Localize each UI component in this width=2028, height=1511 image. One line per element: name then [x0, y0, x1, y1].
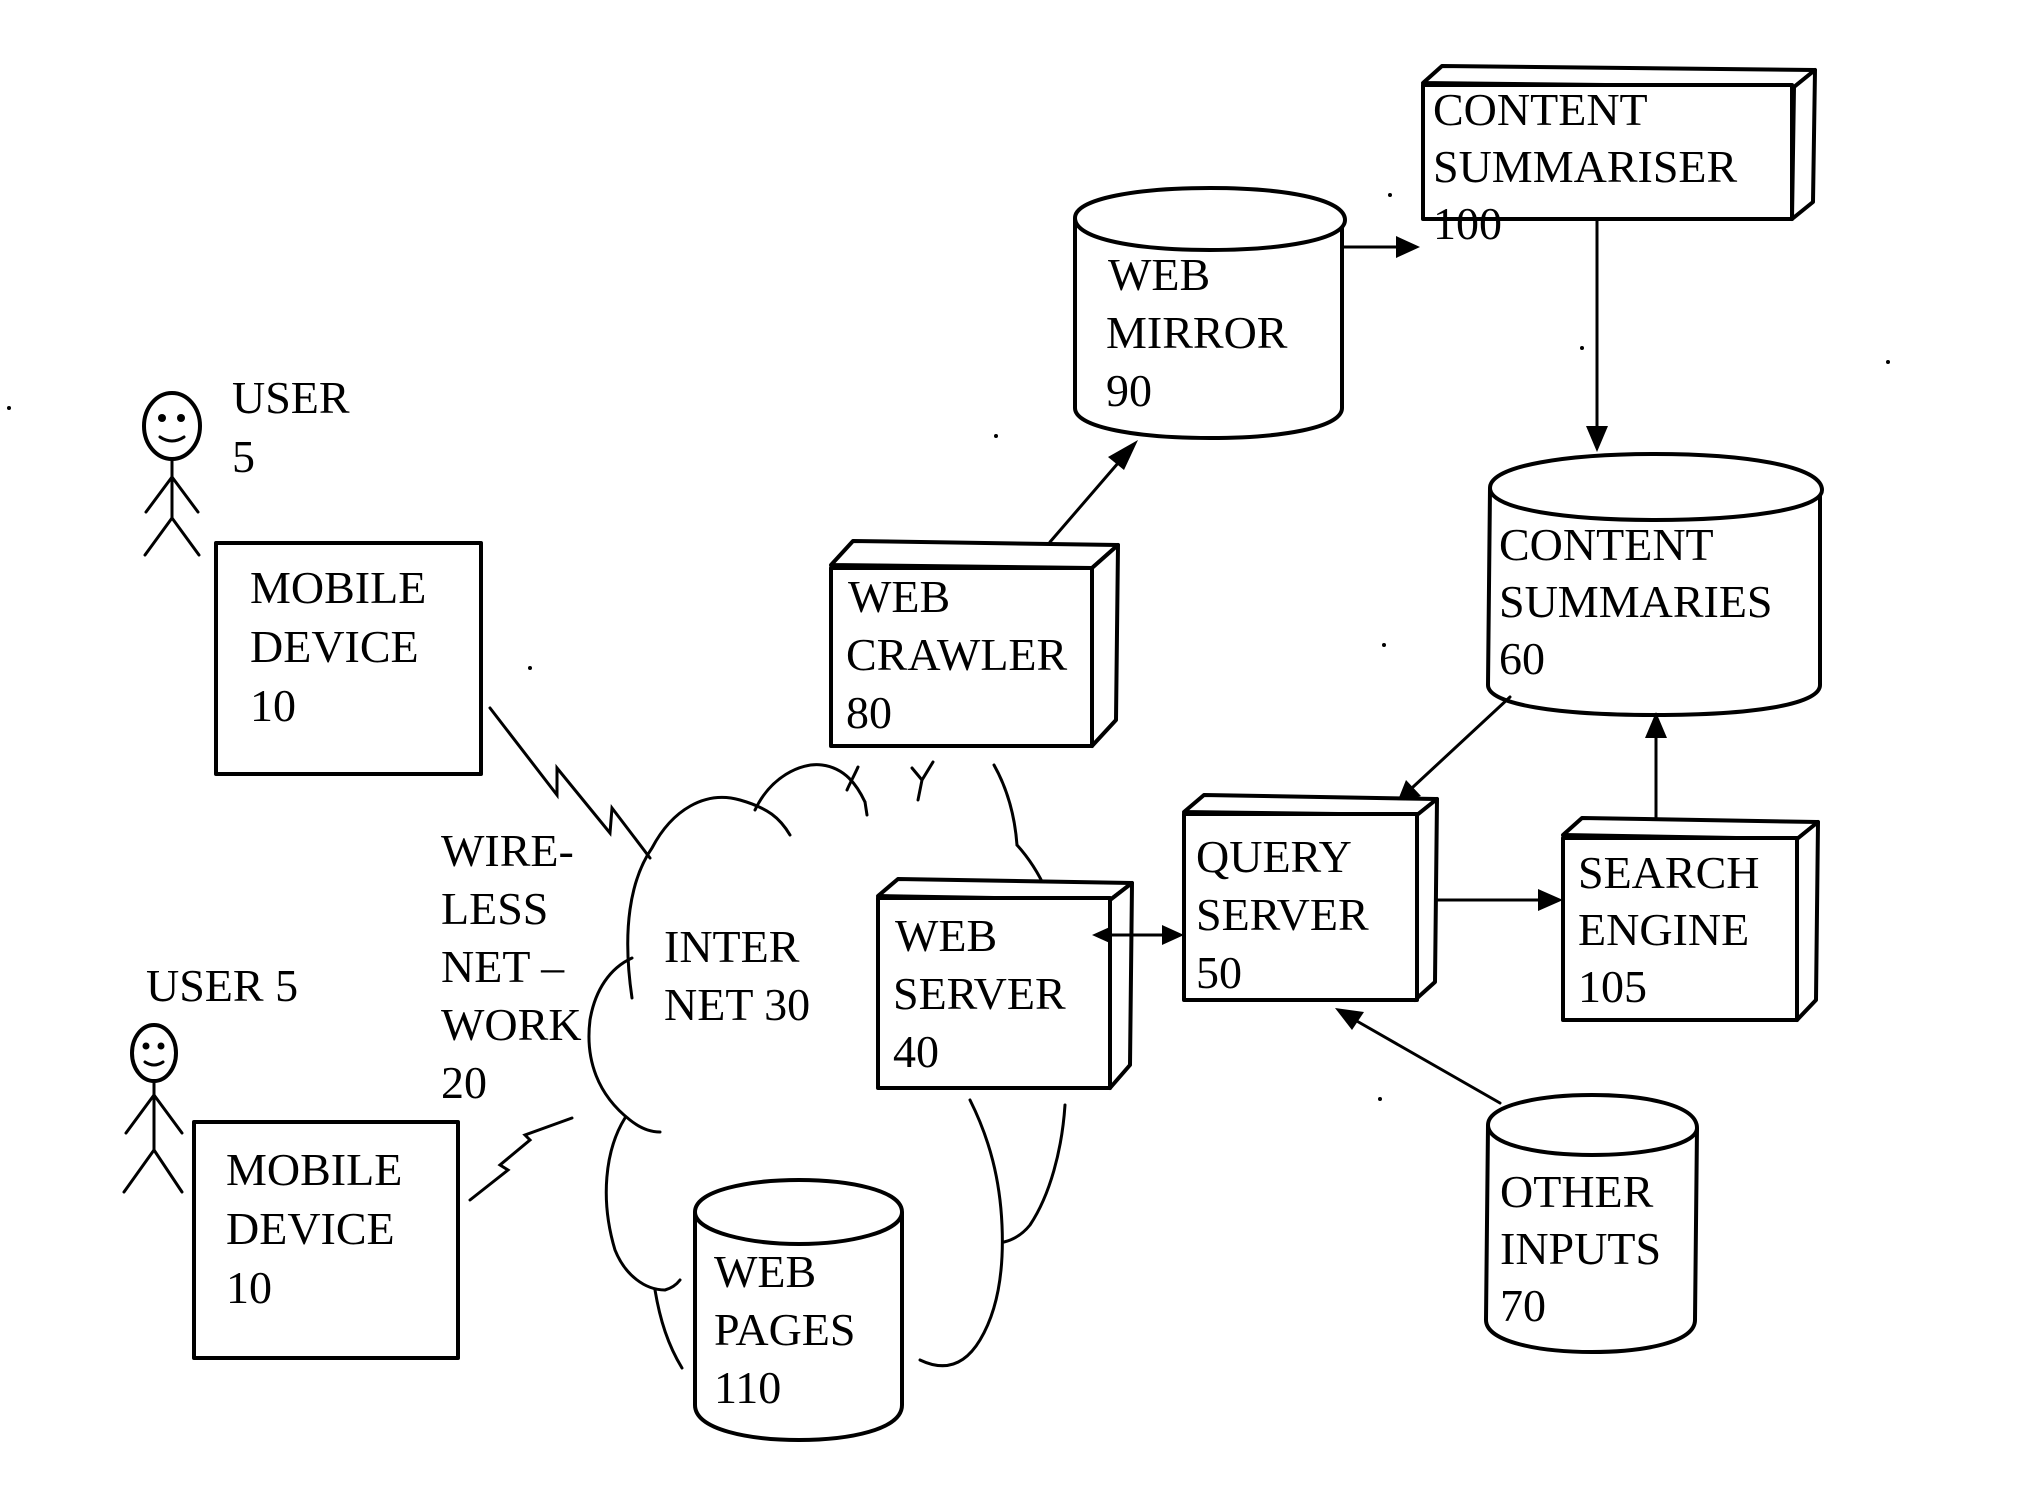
web-server-label-line: 40: [893, 1026, 939, 1077]
other-inputs-label-line: OTHER: [1500, 1166, 1654, 1217]
wireless-network-label-line: 20: [441, 1057, 487, 1108]
web-crawler-label-line: WEB: [848, 571, 950, 622]
arrow-summaries-to-query-server: [1396, 695, 1512, 805]
wireless-network-label-line: NET –: [441, 941, 565, 992]
mobile-device-2-label-line: 10: [226, 1262, 272, 1313]
web-pages-label-line: WEB: [714, 1246, 816, 1297]
mobile-device-2-label-line: DEVICE: [226, 1203, 395, 1254]
query-server-label-line: QUERY: [1196, 831, 1352, 882]
other-inputs-label-line: 70: [1500, 1280, 1546, 1331]
user-2-label: USER 5: [146, 960, 298, 1011]
internet-label-line: NET 30: [664, 979, 810, 1030]
wireless-link-2: [468, 1116, 574, 1202]
user-1-label-line: USER: [232, 372, 350, 423]
web-server-icon: WEB SERVER 40: [876, 877, 1134, 1090]
other-inputs-label-line: INPUTS: [1500, 1223, 1661, 1274]
mobile-device-2-label-line: MOBILE: [226, 1144, 402, 1195]
mobile-device-1: MOBILE DEVICE 10: [214, 541, 483, 776]
content-summaries-database-icon: CONTENT SUMMARIES 60: [1486, 452, 1824, 717]
mobile-device-2: MOBILE DEVICE 10: [192, 1120, 460, 1360]
wireless-network-label-line: WIRE-: [441, 825, 574, 876]
search-engine-server-icon: SEARCH ENGINE 105: [1561, 816, 1820, 1022]
internet-label: INTER NET 30: [664, 921, 810, 1030]
wireless-network-label: WIRE- LESS NET – WORK 20: [441, 825, 582, 1108]
web-mirror-database-icon: WEB MIRROR 90: [1073, 186, 1347, 440]
web-server-label-line: WEB: [895, 910, 997, 961]
web-mirror-label-line: MIRROR: [1106, 307, 1288, 358]
web-mirror-label-line: 90: [1106, 365, 1152, 416]
user-2-figure-icon: [122, 1023, 184, 1194]
mobile-device-1-label-line: MOBILE: [250, 562, 426, 613]
arrow-search-engine-to-summaries: [1645, 712, 1667, 820]
web-crawler-label-line: 80: [846, 687, 892, 738]
content-summariser-label-line: 100: [1433, 198, 1502, 249]
wireless-network-label-line: WORK: [441, 999, 582, 1050]
web-crawler-server-icon: WEB CRAWLER 80: [829, 539, 1120, 748]
web-mirror-label-line: WEB: [1108, 249, 1210, 300]
content-summariser-server-icon: CONTENT SUMMARISER 100: [1421, 64, 1817, 249]
web-pages-label-line: 110: [714, 1362, 781, 1413]
other-inputs-database-icon: OTHER INPUTS 70: [1484, 1093, 1699, 1354]
query-server-icon: QUERY SERVER 50: [1182, 793, 1439, 1002]
mobile-device-1-label-line: DEVICE: [250, 621, 419, 672]
wireless-network-label-line: LESS: [441, 883, 548, 934]
content-summariser-label-line: CONTENT: [1433, 84, 1648, 135]
user-1-figure-icon: [142, 391, 202, 557]
arrow-other-inputs-to-query-server: [1335, 1008, 1502, 1105]
mobile-device-1-label-line: 10: [250, 680, 296, 731]
query-server-label-line: 50: [1196, 947, 1242, 998]
system-architecture-diagram: USER 5 MOBILE DEVICE 10 USER 5 MOBILE DE…: [7, 64, 1890, 1442]
query-server-label-line: SERVER: [1196, 889, 1369, 940]
search-engine-label-line: ENGINE: [1578, 904, 1749, 955]
arrow-crawler-to-mirror: [1048, 440, 1138, 544]
web-pages-database-icon: WEB PAGES 110: [693, 1178, 904, 1442]
content-summariser-label-line: SUMMARISER: [1433, 141, 1738, 192]
arrow-summariser-to-summaries: [1586, 217, 1608, 452]
search-engine-label-line: SEARCH: [1578, 847, 1759, 898]
content-summaries-label-line: CONTENT: [1499, 519, 1714, 570]
search-engine-label-line: 105: [1578, 961, 1647, 1012]
content-summaries-label-line: SUMMARIES: [1499, 576, 1773, 627]
web-crawler-label-line: CRAWLER: [846, 629, 1068, 680]
user-2-label-line: USER 5: [146, 960, 298, 1011]
internet-label-line: INTER: [664, 921, 800, 972]
arrow-query-server-to-search-engine: [1435, 889, 1563, 911]
content-summaries-label-line: 60: [1499, 633, 1545, 684]
user-1-label-line: 5: [232, 431, 255, 482]
web-server-label-line: SERVER: [893, 968, 1066, 1019]
arrow-mirror-to-summariser: [1341, 236, 1420, 258]
web-pages-label-line: PAGES: [714, 1304, 855, 1355]
user-1-label: USER 5: [232, 372, 350, 482]
